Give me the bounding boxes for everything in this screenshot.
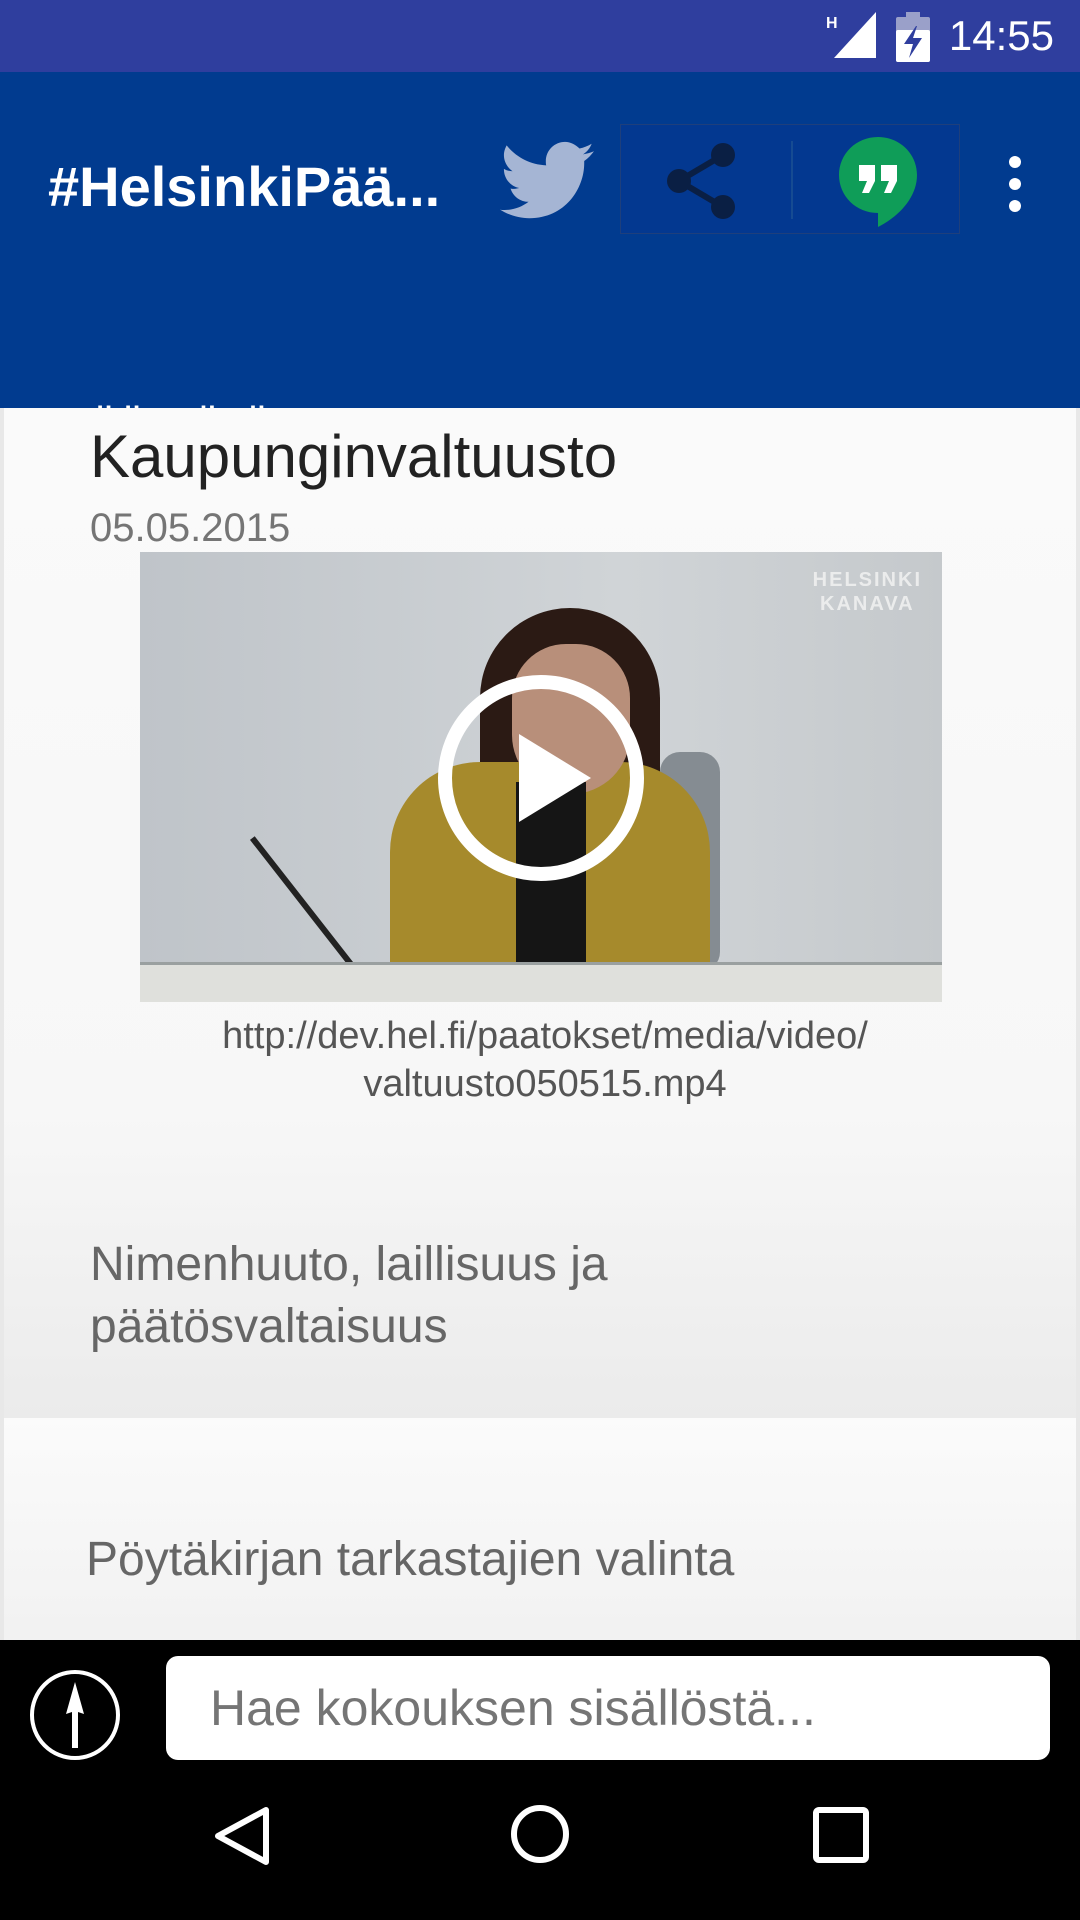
home-icon[interactable] (508, 1802, 572, 1866)
logo-line-2: KANAVA (820, 593, 915, 615)
meeting-date: 05.05.2015 (90, 506, 291, 550)
video-desk (140, 962, 942, 1002)
logo-line-1: HELSINKI (812, 569, 922, 591)
agenda-item-title-line-1: Nimenhuuto, laillisuus ja (90, 1238, 608, 1291)
share-icon[interactable] (661, 139, 741, 223)
agenda-content[interactable]: Kaupunginvaltuusto 05.05.2015 HELSINKI K… (0, 408, 1080, 1640)
battery-charging-icon (896, 12, 930, 62)
video-thumbnail[interactable]: HELSINKI KANAVA (140, 552, 942, 1002)
status-bar: H 14:55 (0, 0, 1080, 72)
agenda-item-title: Pöytäkirjan tarkastajien valinta (86, 1533, 735, 1586)
overflow-menu-icon[interactable] (998, 154, 1032, 214)
search-bar (0, 1640, 1080, 1760)
app-title: #HelsinkiPää... (48, 155, 441, 218)
back-icon[interactable] (210, 1804, 274, 1868)
helsinki-kanava-logo: HELSINKI KANAVA (813, 568, 922, 616)
video-url-line-2: valtuusto050515.mp4 (363, 1063, 727, 1105)
agenda-item[interactable]: Nimenhuuto, laillisuus ja päätösvaltaisu… (90, 1234, 990, 1358)
compass-arrow-icon[interactable] (28, 1668, 122, 1762)
action-divider (791, 141, 793, 219)
status-time: 14:55 (948, 12, 1054, 59)
agenda-item-title-line-2: päätösvaltaisuus (90, 1300, 448, 1353)
svg-text:H: H (826, 15, 838, 32)
agenda-item[interactable]: Pöytäkirjan tarkastajien valinta (4, 1418, 1076, 1640)
play-icon[interactable] (435, 672, 647, 884)
search-input[interactable] (166, 1656, 1050, 1760)
navigation-bar (0, 1760, 1080, 1920)
recents-icon[interactable] (810, 1804, 872, 1866)
meeting-card: Kaupunginvaltuusto 05.05.2015 HELSINKI K… (4, 408, 1076, 1418)
video-url-line-1: http://dev.hel.fi/paatokset/media/video/ (222, 1015, 868, 1057)
video-url[interactable]: http://dev.hel.fi/paatokset/media/video/… (124, 1012, 966, 1108)
action-group (620, 124, 960, 234)
meeting-title: Kaupunginvaltuusto (90, 423, 618, 490)
twitter-icon[interactable] (500, 138, 594, 224)
app-bar: #HelsinkiPää... PÄÄTTÄJÄT KOKOUKSET ASIA… (0, 72, 1080, 480)
hangouts-icon[interactable] (837, 135, 919, 227)
signal-icon: H (826, 12, 876, 58)
